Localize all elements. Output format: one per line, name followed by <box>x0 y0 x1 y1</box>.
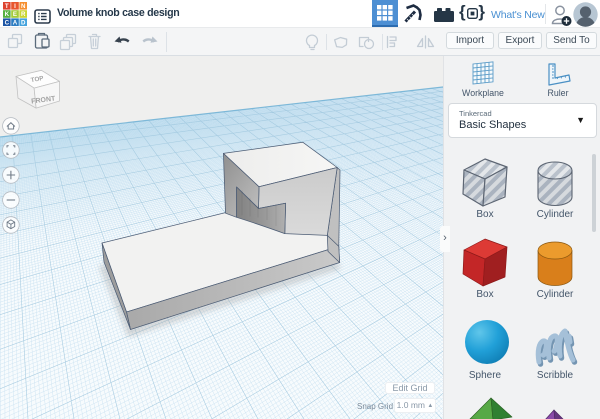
svg-text:K: K <box>5 11 10 18</box>
svg-text:R: R <box>21 11 26 18</box>
svg-text:D: D <box>21 19 26 26</box>
svg-text:E: E <box>13 11 17 18</box>
svg-text:C: C <box>5 19 10 26</box>
svg-text:N: N <box>21 3 26 10</box>
svg-text:T: T <box>5 3 9 10</box>
svg-text:A: A <box>13 19 18 26</box>
svg-text:I: I <box>14 3 16 10</box>
